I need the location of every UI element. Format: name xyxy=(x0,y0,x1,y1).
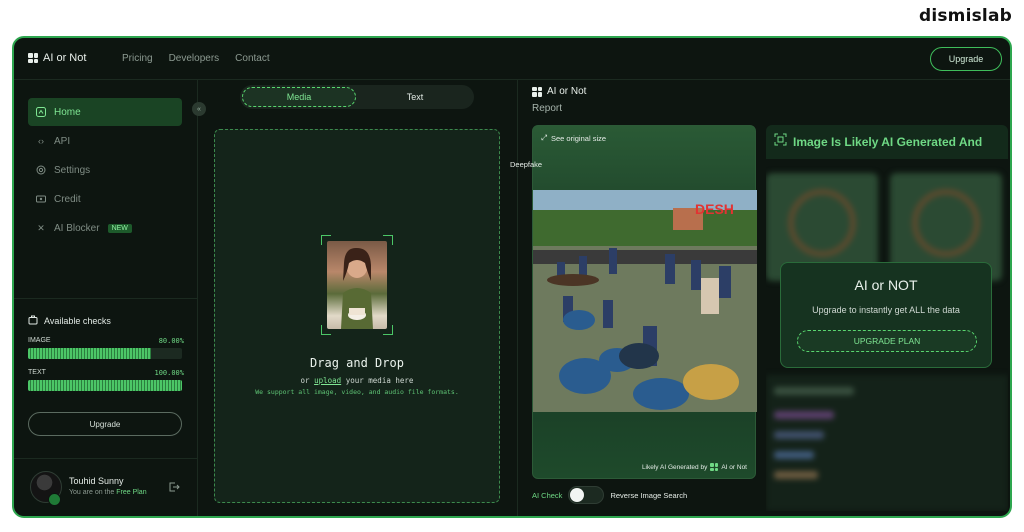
image-check-bar xyxy=(28,348,182,359)
logo-icon xyxy=(28,53,38,63)
reverse-search-label[interactable]: Reverse Image Search xyxy=(610,491,687,500)
user-profile: Touhid Sunny You are on the Free Plan xyxy=(14,458,198,516)
code-icon: ‹› xyxy=(38,136,44,146)
detection-footer: Likely AI Generated by AI or Not xyxy=(641,463,747,471)
upload-link[interactable]: upload xyxy=(314,376,341,385)
checks-title: Available checks xyxy=(28,315,184,327)
tab-text[interactable]: Text xyxy=(358,87,472,107)
top-nav: AI or Not Pricing Developers Contact Upg… xyxy=(14,38,1010,80)
thumbnail-image xyxy=(327,241,387,329)
sidebar-item-settings[interactable]: Settings xyxy=(28,156,182,184)
sidebar-item-ai-blocker[interactable]: ✕ AI Blocker NEW xyxy=(28,214,182,242)
report-logo: AI or Not xyxy=(532,86,586,97)
nav-links: Pricing Developers Contact xyxy=(122,53,270,64)
see-original-button[interactable]: ⤢ See original size xyxy=(541,133,606,143)
drop-subtitle: or upload your media here xyxy=(300,376,414,385)
sidebar-item-home[interactable]: Home xyxy=(28,98,182,126)
drop-zone[interactable]: Drag and Drop or upload your media here … xyxy=(214,129,500,503)
new-badge: NEW xyxy=(107,223,132,233)
tab-media[interactable]: Media xyxy=(242,87,356,107)
text-check-bar xyxy=(28,380,182,391)
sidebar-upgrade-button[interactable]: Upgrade xyxy=(28,412,182,436)
sidebar-item-label: Credit xyxy=(54,193,81,205)
nav-pricing[interactable]: Pricing xyxy=(122,53,153,64)
media-text-tabs: Media Text xyxy=(240,85,474,109)
text-check-fill xyxy=(28,380,182,391)
checks-icon xyxy=(28,315,38,327)
image-check-value: 80.00% xyxy=(158,337,184,345)
profile-plan: You are on the Free Plan xyxy=(69,489,147,496)
logout-icon[interactable] xyxy=(168,481,180,496)
credit-card-icon xyxy=(36,194,46,204)
close-icon: ✕ xyxy=(37,222,45,233)
app-window: AI or Not Pricing Developers Contact Upg… xyxy=(12,36,1012,518)
photo-watermark: DESH xyxy=(695,201,734,217)
report-panel: AI or Not Report ⤢ See original size DES… xyxy=(510,80,1010,516)
text-check-row: TEXT 100.00% xyxy=(28,369,184,377)
sidebar-item-api[interactable]: ‹› API xyxy=(28,127,182,155)
avatar-badge-icon xyxy=(48,493,61,506)
gear-icon xyxy=(36,165,46,175)
collapse-sidebar-icon[interactable]: « xyxy=(192,102,206,116)
supported-formats-note: We support all image, video, and audio f… xyxy=(255,388,459,396)
result-header: Image Is Likely AI Generated And xyxy=(766,125,1008,159)
sidebar-item-label: API xyxy=(54,135,71,147)
ai-check-toggle[interactable] xyxy=(568,486,605,504)
report-title: Report xyxy=(532,103,563,114)
nav-developers[interactable]: Developers xyxy=(169,53,220,64)
sidebar: Home ‹› API Settings Credit ✕ AI Blocker… xyxy=(14,80,198,516)
expand-icon: ⤢ xyxy=(541,133,547,142)
result-panel: Image Is Likely AI Generated And AI or N… xyxy=(766,125,1008,511)
plan-name[interactable]: Free Plan xyxy=(116,489,146,496)
image-check-label: IMAGE xyxy=(28,337,51,344)
profile-name: Touhid Sunny xyxy=(69,476,124,486)
upgrade-plan-button[interactable]: UPGRADE PLAN xyxy=(797,330,977,352)
sidebar-menu: Home ‹› API Settings Credit ✕ AI Blocker… xyxy=(28,98,182,243)
upsell-card: AI or NOT Upgrade to instantly get ALL t… xyxy=(780,262,992,368)
text-check-value: 100.00% xyxy=(154,369,184,377)
sidebar-item-credit[interactable]: Credit xyxy=(28,185,182,213)
sidebar-item-label: Settings xyxy=(54,164,91,176)
drop-title: Drag and Drop xyxy=(310,356,404,370)
dismislab-logo: dismislab xyxy=(918,6,1012,26)
sidebar-item-label: AI Blocker xyxy=(54,222,100,234)
toggle-knob xyxy=(570,488,585,502)
ai-check-label[interactable]: AI Check xyxy=(532,491,562,500)
analyzed-image-card: ⤢ See original size DESH Likely AI Gener… xyxy=(532,125,757,479)
image-check-fill xyxy=(28,348,152,359)
home-icon xyxy=(36,107,46,117)
deepfake-label: Deepfake xyxy=(510,160,543,169)
logo-icon xyxy=(532,86,542,97)
upsell-title: AI or NOT xyxy=(854,277,918,293)
check-toggle-row: AI Check Reverse Image Search xyxy=(532,486,687,504)
analyzed-photo: DESH xyxy=(533,190,757,412)
image-check-row: IMAGE 80.00% xyxy=(28,337,184,345)
result-title: Image Is Likely AI Generated And xyxy=(793,135,983,149)
upgrade-button[interactable]: Upgrade xyxy=(930,47,1002,71)
uploaded-thumbnail xyxy=(321,235,393,335)
nav-contact[interactable]: Contact xyxy=(235,53,269,64)
upsell-subtitle: Upgrade to instantly get ALL the data xyxy=(812,305,960,315)
text-check-label: TEXT xyxy=(28,369,46,376)
app-logo[interactable]: AI or Not xyxy=(28,52,86,64)
app-name: AI or Not xyxy=(43,52,87,64)
logo-icon xyxy=(710,463,719,471)
scan-icon xyxy=(774,133,787,151)
sidebar-item-label: Home xyxy=(54,106,81,118)
